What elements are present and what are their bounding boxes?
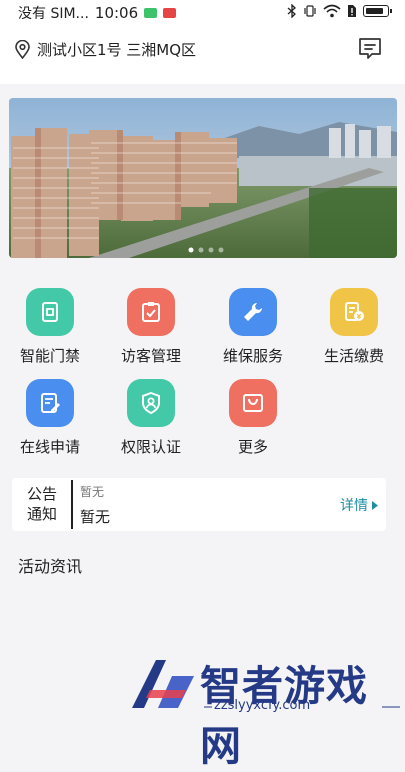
- watermark: 智者游戏网 zzslyyxcfy.com: [0, 640, 405, 770]
- edit-icon: [26, 379, 74, 427]
- action-label: 访客管理: [120, 347, 181, 365]
- battery-icon: [363, 5, 392, 17]
- banner-image: [9, 98, 397, 258]
- visitor-icon: [127, 288, 175, 336]
- notice-tag-line2: 通知: [26, 505, 57, 523]
- clock: 10:06: [94, 4, 139, 22]
- carousel-dot[interactable]: [188, 247, 194, 253]
- chevron-right-icon: [372, 500, 378, 510]
- message-icon[interactable]: [357, 36, 383, 62]
- carrier-label: 没有 SIM...: [18, 6, 89, 22]
- watermark-url: zzslyyxcfy.com: [214, 698, 311, 713]
- bluetooth-icon: [287, 4, 296, 18]
- news-section-title: 活动资讯: [18, 557, 83, 576]
- action-door-access[interactable]: 智能门禁: [0, 288, 100, 366]
- shield-user-icon: [127, 379, 175, 427]
- app-header: 测试小区1号 三湘MQ区: [0, 24, 405, 84]
- action-label: 权限认证: [120, 438, 181, 456]
- carousel-dot[interactable]: [218, 247, 224, 253]
- carousel-dot[interactable]: [198, 247, 204, 253]
- banner-carousel[interactable]: [9, 98, 397, 258]
- status-bar: 没有 SIM... 10:06: [0, 0, 405, 24]
- carousel-dot[interactable]: [208, 247, 214, 253]
- action-more[interactable]: 更多: [203, 379, 303, 457]
- action-maintenance[interactable]: 维保服务: [203, 288, 303, 366]
- notice-bar[interactable]: 公告 通知 暂无 暂无 详情: [12, 478, 386, 531]
- location-text: 测试小区1号 三湘MQ区: [37, 41, 197, 59]
- action-visitor[interactable]: 访客管理: [101, 288, 201, 366]
- vibrate-icon: [304, 5, 316, 17]
- action-permission-auth[interactable]: 权限认证: [101, 379, 201, 457]
- notice-subtitle: 暂无: [80, 485, 105, 499]
- notice-tag: 公告 通知: [20, 484, 64, 524]
- notification-badge-icon: [163, 8, 177, 18]
- bag-icon: [229, 379, 277, 427]
- action-label: 智能门禁: [19, 347, 80, 365]
- action-label: 生活缴费: [323, 347, 384, 365]
- sim-alert-icon: [348, 5, 356, 17]
- notice-divider: [71, 480, 73, 529]
- action-payment[interactable]: 生活缴费: [304, 288, 404, 366]
- wrench-icon: [229, 288, 277, 336]
- action-label: 在线申请: [19, 438, 80, 456]
- door-access-icon: [26, 288, 74, 336]
- watermark-logo: [132, 660, 194, 708]
- action-label: 更多: [237, 438, 268, 456]
- notice-tag-line1: 公告: [26, 485, 57, 503]
- map-pin-icon: [15, 40, 30, 59]
- notice-content: 暂无: [80, 508, 111, 526]
- notification-badge-icon: [144, 8, 158, 18]
- wifi-icon: [323, 4, 341, 18]
- action-online-apply[interactable]: 在线申请: [0, 379, 100, 457]
- notice-detail-label: 详情: [340, 498, 368, 514]
- notice-detail-link[interactable]: 详情: [340, 495, 378, 515]
- action-label: 维保服务: [222, 347, 283, 365]
- location-selector[interactable]: 测试小区1号 三湘MQ区: [14, 39, 214, 60]
- battery-fill: [366, 8, 383, 14]
- payment-icon: [330, 288, 378, 336]
